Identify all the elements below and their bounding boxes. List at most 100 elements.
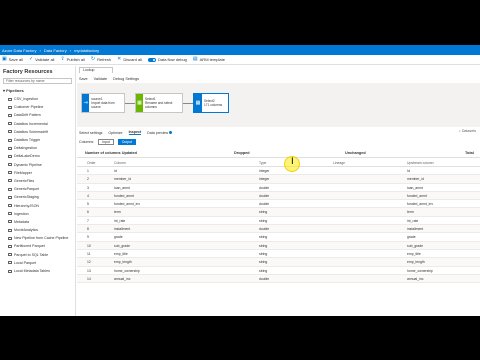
sidebar-item-pipeline[interactable]: Dynamic Pipeline bbox=[0, 161, 75, 169]
sidebar-item-label: DataDrift Pattern bbox=[14, 113, 41, 118]
table-row[interactable]: 1 Id integer Id bbox=[77, 167, 480, 176]
table-row[interactable]: 13 home_ownership string home_ownership bbox=[77, 267, 480, 275]
select2-node[interactable]: ▦ Select2 171 columns bbox=[193, 93, 229, 113]
sidebar-item-pipeline[interactable]: GenericParquet bbox=[0, 185, 75, 193]
data-flow-debug-toggle[interactable]: Data flow debug bbox=[147, 57, 187, 62]
sidebar-item-pipeline[interactable]: DeltaLakeDemo bbox=[0, 152, 75, 160]
editor-toolbar: Save Validate Debug Settings bbox=[79, 76, 139, 82]
sidebar-item-pipeline[interactable]: Local Metadata Tables bbox=[0, 267, 75, 275]
sidebar-item-label: DeltaIngestion bbox=[14, 146, 37, 151]
cell-column: sub_grade bbox=[114, 243, 131, 248]
table-row[interactable]: 3 loan_amnt double loan_amnt bbox=[77, 184, 480, 192]
sidebar-item-pipeline[interactable]: HierarchyJSON bbox=[0, 201, 75, 209]
select1-node[interactable]: ▦ Select1 Rename and select columns bbox=[135, 93, 183, 113]
tab-select-settings[interactable]: Select settings bbox=[79, 131, 102, 135]
sidebar-item-pipeline[interactable]: DeltaIngestion bbox=[0, 144, 75, 152]
settings-tabs: Select settings Optimize Inspect Data pr… bbox=[79, 129, 173, 136]
column-filter: Columns: Input Output bbox=[79, 139, 136, 145]
sidebar-item-pipeline[interactable]: New Pipeline from Cache Pipeline bbox=[0, 234, 75, 242]
col-column[interactable]: Column bbox=[114, 161, 126, 165]
output-button[interactable]: Output bbox=[117, 139, 136, 145]
sidebar-item-pipeline[interactable]: Local Parquet bbox=[0, 259, 75, 267]
sidebar-item-label: GenericStaging bbox=[14, 195, 39, 200]
cell-type: double bbox=[259, 193, 270, 198]
filter-label: Columns: bbox=[79, 140, 95, 144]
sidebar-item-pipeline[interactable]: Metadata bbox=[0, 218, 75, 226]
table-row[interactable]: 9 grade string grade bbox=[77, 233, 480, 242]
column-grid: Order Column Type Lineage Upstream colum… bbox=[77, 159, 480, 284]
sidebar-item-label: Dynamic Pipeline bbox=[14, 162, 42, 167]
tab-lookup[interactable]: Lookup bbox=[79, 67, 113, 73]
pipelines-group-header[interactable]: ▾ Pipelines bbox=[0, 86, 75, 95]
pipeline-icon bbox=[8, 253, 12, 257]
discard-all-button[interactable]: ✕ Discard all bbox=[117, 56, 142, 63]
table-row[interactable]: 7 int_rate string int_rate bbox=[77, 217, 480, 226]
table-row[interactable]: 8 installment double installment bbox=[77, 225, 480, 234]
sidebar-item-pipeline[interactable]: Parquet to SQL Table bbox=[0, 251, 75, 259]
arm-template-button[interactable]: ▤ ARM template bbox=[193, 57, 225, 63]
sidebar-item-pipeline[interactable]: CSV_Ingestion bbox=[0, 95, 75, 103]
col-type[interactable]: Type bbox=[259, 161, 266, 165]
sidebar-item-pipeline[interactable]: Ingestion bbox=[0, 210, 75, 218]
select-icon: ▦ bbox=[194, 94, 202, 112]
close-icon: ✕ bbox=[117, 56, 122, 62]
pipeline-icon bbox=[8, 212, 12, 216]
sidebar-item-pipeline[interactable]: Dataflow Trigger bbox=[0, 136, 75, 144]
cell-upstream: int_rate bbox=[407, 218, 419, 223]
publish-all-button[interactable]: ⇪ Publish all bbox=[60, 57, 84, 63]
cell-column: Id bbox=[114, 169, 117, 173]
sidebar-item-pipeline[interactable]: MovieAnalytics bbox=[0, 226, 75, 234]
refresh-button[interactable]: ↻ Refresh bbox=[91, 57, 111, 63]
node-desc: Rename and select columns bbox=[144, 101, 173, 109]
pipeline-icon bbox=[8, 154, 12, 158]
breadcrumb-item[interactable]: Data Factory bbox=[44, 48, 67, 53]
table-row[interactable]: 11 emp_title string emp_title bbox=[77, 250, 480, 259]
cell-order: 7 bbox=[87, 218, 89, 223]
col-order[interactable]: Order bbox=[87, 161, 96, 165]
resource-search-input[interactable]: Filter resources by name bbox=[3, 78, 72, 84]
sidebar-item-pipeline[interactable]: GenericStaging bbox=[0, 193, 75, 201]
sidebar-item-pipeline[interactable]: Dataflow Incremental bbox=[0, 120, 75, 128]
datasets-link[interactable]: ⌕ Datasets bbox=[459, 129, 476, 133]
select-icon: ▦ bbox=[136, 94, 143, 112]
table-row[interactable]: 6 term string term bbox=[77, 208, 480, 217]
validate-button[interactable]: Validate bbox=[94, 77, 107, 81]
sidebar-item-pipeline[interactable]: GenericFiles bbox=[0, 177, 75, 185]
breadcrumb-item[interactable]: mydatafactory bbox=[74, 48, 99, 53]
sidebar-item-label: Local Metadata Tables bbox=[14, 269, 50, 274]
column-summary-header: Number of columns Updated Dropped Unchan… bbox=[77, 149, 480, 158]
tab-optimize[interactable]: Optimize bbox=[108, 131, 122, 135]
cell-column: emp_length bbox=[114, 260, 132, 265]
col-lineage[interactable]: Lineage bbox=[333, 161, 345, 165]
tab-inspect[interactable]: Inspect bbox=[128, 130, 142, 135]
dataflow-canvas[interactable]: ⇥ source1 Import data from source ▦ Selec… bbox=[77, 83, 480, 127]
save-all-button[interactable]: ▣ Save all bbox=[2, 57, 23, 63]
pipeline-icon bbox=[8, 179, 12, 183]
brand-title[interactable]: Azure Data Factory bbox=[2, 48, 36, 53]
input-button[interactable]: Input bbox=[98, 139, 114, 145]
table-row[interactable]: 10 sub_grade string sub_grade bbox=[77, 241, 480, 250]
sidebar-item-pipeline[interactable]: Partitioned Parquet bbox=[0, 242, 75, 250]
table-row[interactable]: 14 annual_inc double annual_inc bbox=[77, 274, 480, 284]
table-row[interactable]: 4 funded_amnt double funded_amnt bbox=[77, 191, 480, 201]
table-row[interactable]: 12 emp_length string emp_length bbox=[77, 258, 480, 267]
validate-all-button[interactable]: ✓ Validate all bbox=[28, 56, 54, 63]
sidebar-item-pipeline[interactable]: Dataflow Schemadrift bbox=[0, 128, 75, 136]
col-upstream[interactable]: Upstream column bbox=[407, 161, 434, 165]
source-node[interactable]: ⇥ source1 Import data from source bbox=[81, 93, 125, 113]
table-row[interactable]: 5 funded_amnt_inv double funded_amnt_inv bbox=[77, 200, 480, 209]
dropped-group: Dropped bbox=[234, 151, 250, 155]
status-dot-icon bbox=[169, 130, 173, 134]
debug-settings-button[interactable]: Debug Settings bbox=[113, 77, 139, 81]
sidebar-item-pipeline[interactable]: DataDrift Pattern bbox=[0, 111, 75, 119]
tab-data-preview[interactable]: Data preview bbox=[147, 130, 173, 135]
sidebar-item-pipeline[interactable]: Customer Pipeline bbox=[0, 103, 75, 111]
check-icon: ✓ bbox=[28, 56, 34, 62]
cell-type: string bbox=[259, 218, 268, 223]
save-button[interactable]: Save bbox=[79, 77, 88, 81]
cell-type: double bbox=[259, 276, 270, 281]
sidebar-item-label: FileMapper bbox=[14, 170, 32, 175]
sidebar-item-label: GenericFiles bbox=[14, 178, 35, 183]
sidebar-item-pipeline[interactable]: FileMapper bbox=[0, 169, 75, 177]
table-row[interactable]: 2 member_id integer member_id bbox=[77, 175, 480, 184]
